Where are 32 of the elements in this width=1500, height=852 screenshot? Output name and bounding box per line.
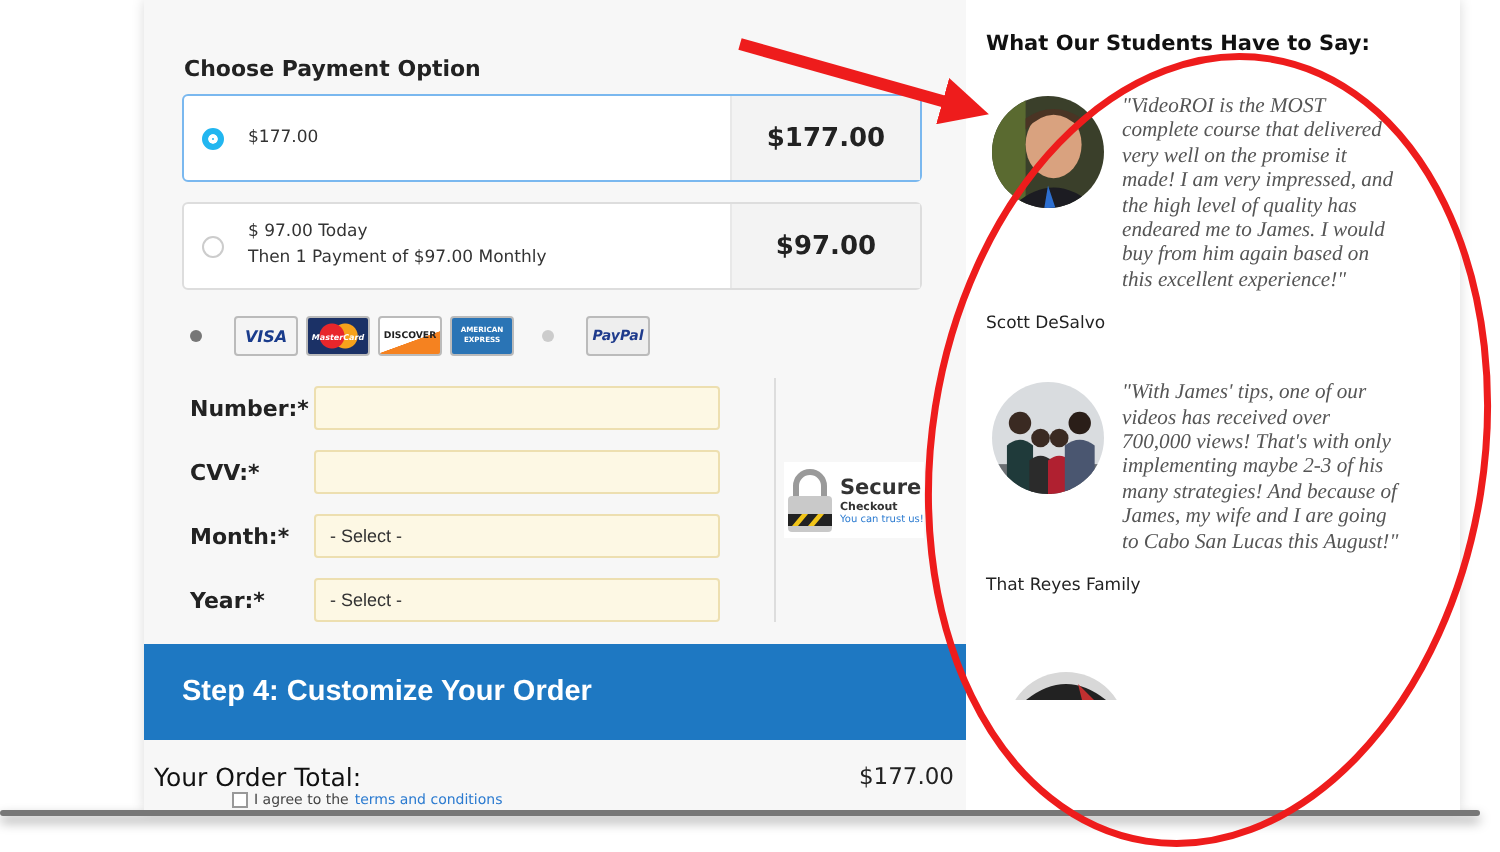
testimonial-quote: "VideoROI is the MOST complete course that delivered very well on the promise it made! I am very impressed, and the high level of quality has endeared me to James. I would buy from him again based on this excellent experience!" (1122, 96, 1396, 295)
option-text: Then 1 Payment of $97.00 Monthly (248, 246, 547, 272)
radio-button[interactable] (202, 235, 224, 257)
select-field[interactable]: - Select - (314, 578, 720, 622)
section-title: Step 4: Customize Your Order (182, 676, 592, 708)
total-label: Your Order Total: (154, 762, 362, 792)
radio-button[interactable] (190, 330, 202, 342)
badge-title: Secure (840, 475, 924, 501)
section-title: Choose Payment Option (184, 56, 483, 82)
total-value: $177.00 (858, 762, 954, 792)
input-field[interactable] (314, 450, 720, 494)
field-label: Number:* (190, 395, 311, 421)
padlock-icon (784, 466, 836, 534)
checkbox[interactable] (232, 792, 248, 808)
payment-option[interactable]: $177.00 $177.00 (182, 94, 922, 182)
testimonial-author: Scott DeSalvo (986, 314, 1108, 335)
sidebar-heading: What Our Students Have to Say: (986, 32, 1372, 56)
option-text: $ 97.00 Today (248, 220, 370, 246)
card-logo: VISA (234, 316, 298, 356)
field-label: CVV:* (190, 459, 262, 485)
select-field[interactable]: - Select - (314, 514, 720, 558)
option-text: $177.00 (248, 125, 319, 151)
input-field[interactable] (314, 386, 720, 430)
testimonial-author: That Reyes Family (986, 576, 1143, 597)
radio-button[interactable] (542, 330, 554, 342)
field-label: Month:* (190, 523, 292, 549)
testimonial-quote: "With James' tips, one of our videos has received over 700,000 views! That's with only implementing maybe 2-3 of his many strategies! And because of James, my wife and I are going to Cabo San Lucas this August!" (1122, 382, 1402, 557)
option-price: $177.00 (766, 123, 886, 153)
radio-button[interactable] (202, 127, 224, 149)
option-price: $97.00 (775, 231, 877, 261)
payment-option[interactable]: $ 97.00 Today Then 1 Payment of $97.00 Monthly $97.00 (182, 202, 922, 290)
field-label: Year:* (190, 587, 267, 613)
